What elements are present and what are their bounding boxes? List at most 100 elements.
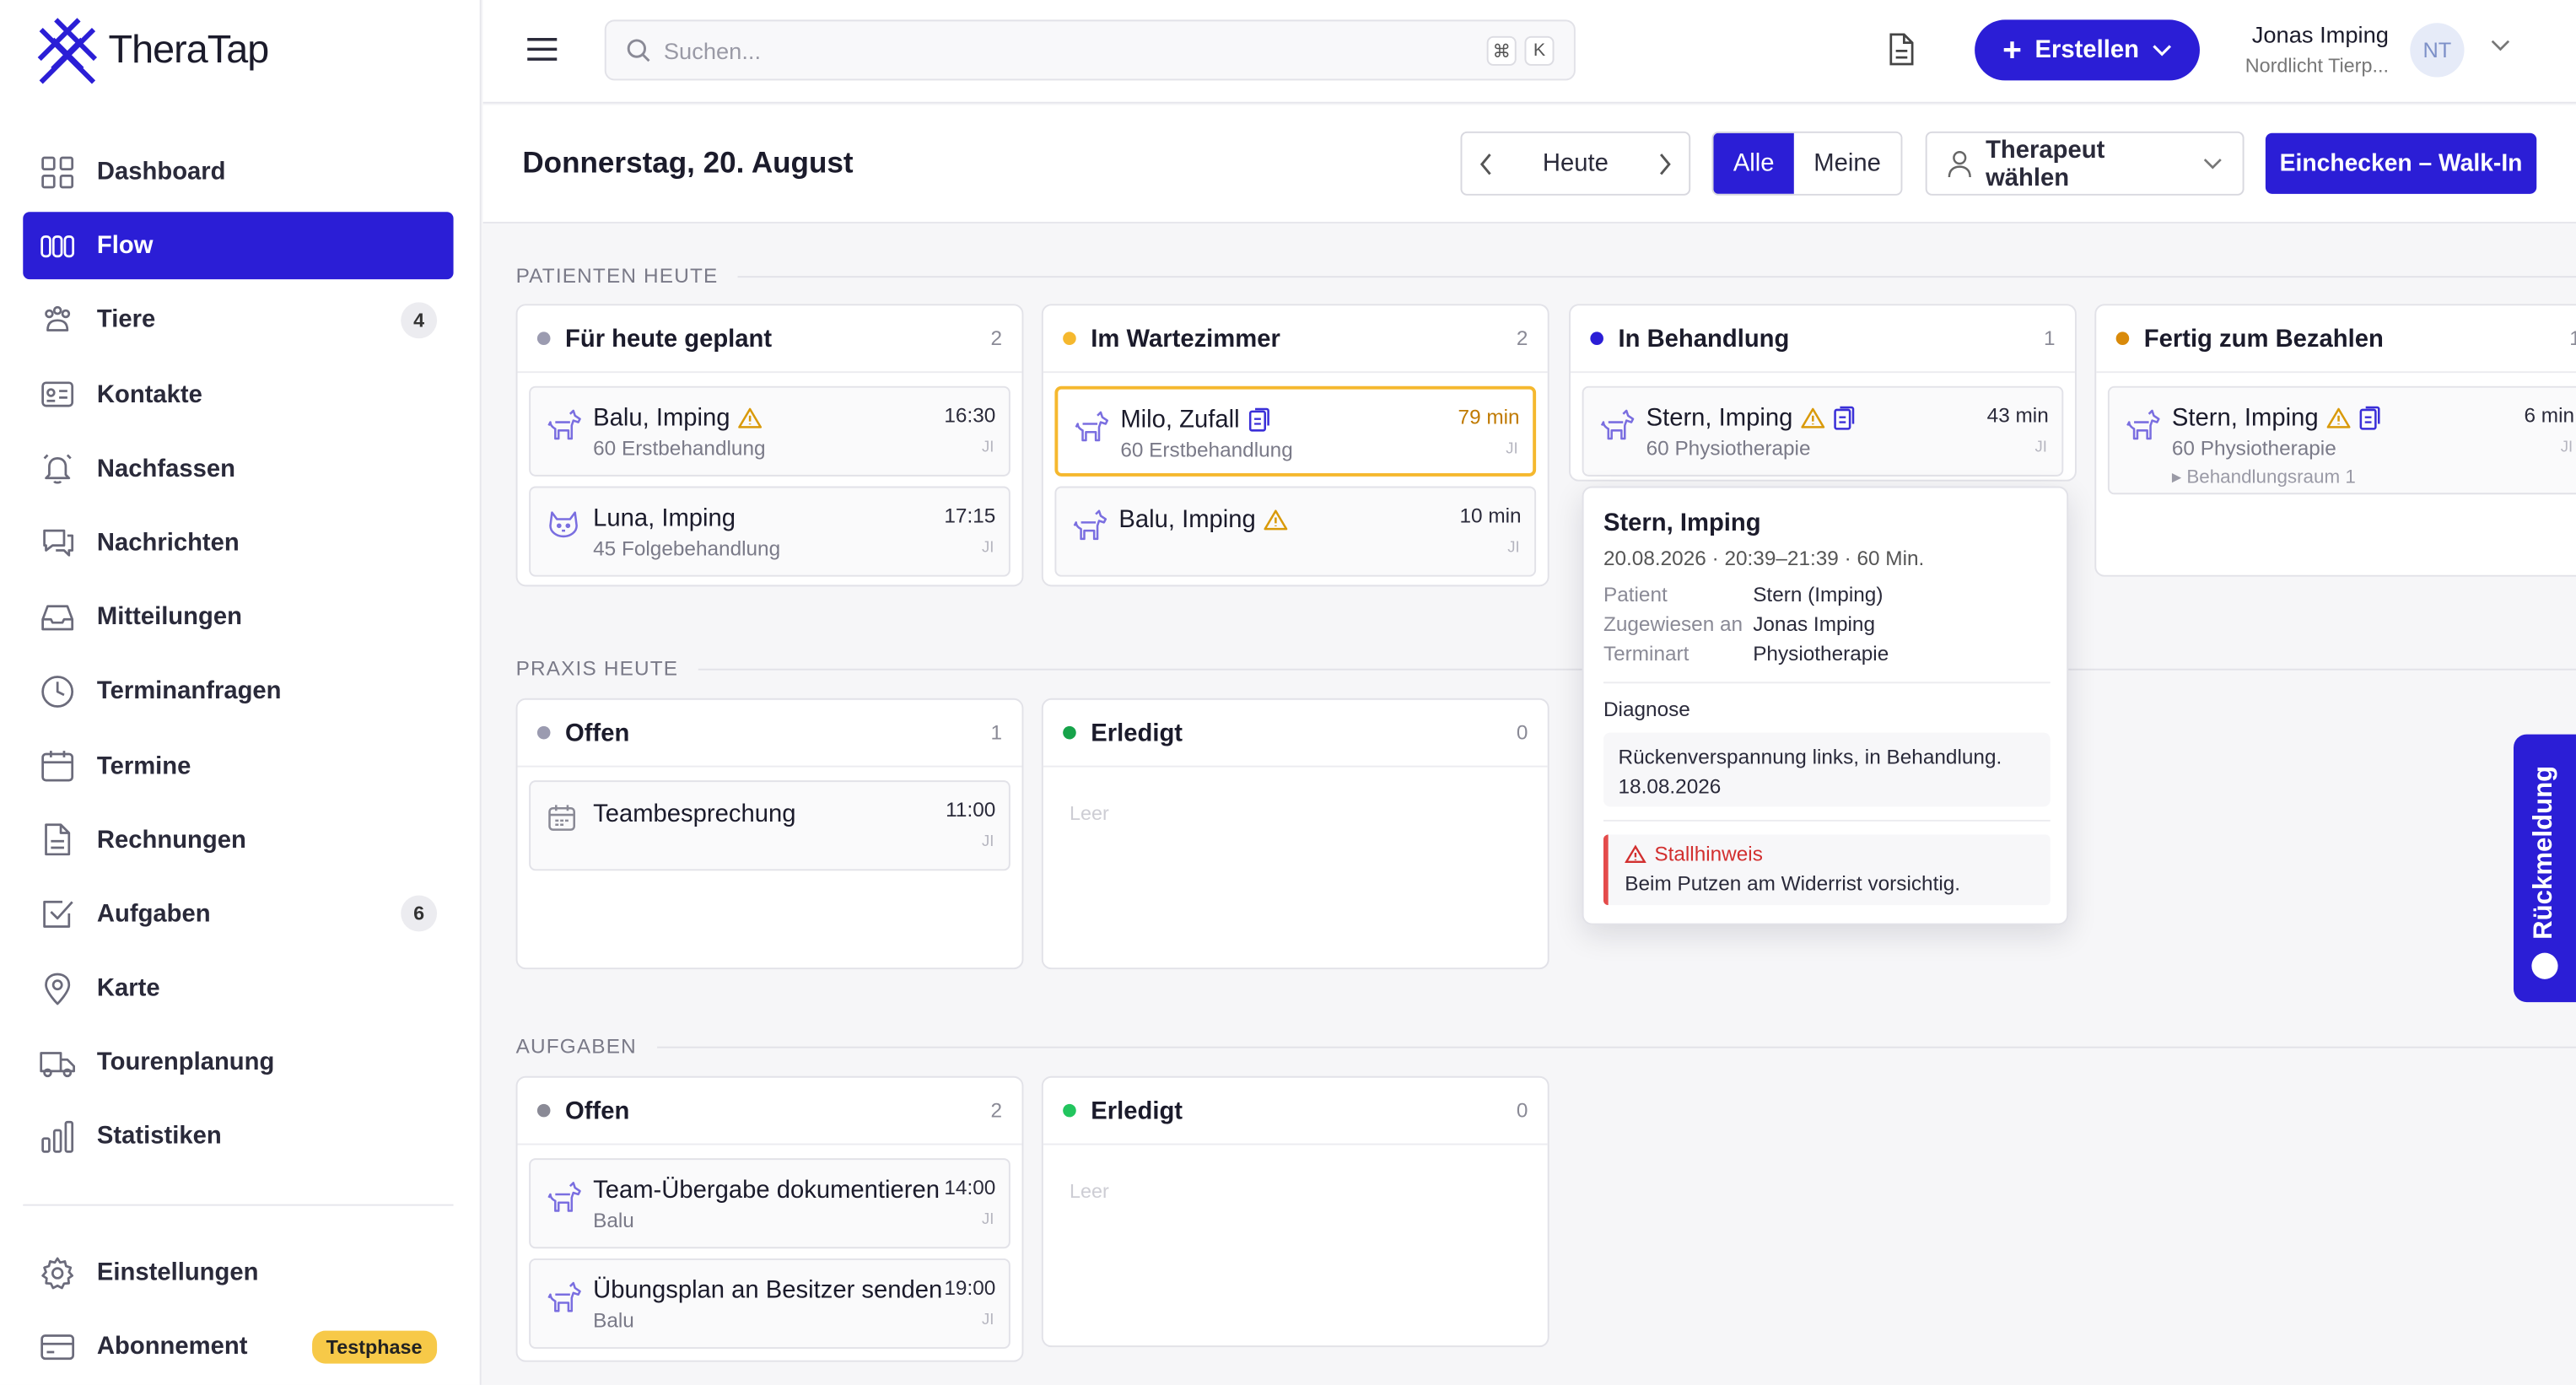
column-title: Erledigt <box>1091 1097 1183 1125</box>
filter-toggle: Alle Meine <box>1711 131 1903 196</box>
today-button[interactable]: Heute <box>1543 149 1609 177</box>
sidebar-item-tourenplanung[interactable]: Tourenplanung <box>23 1029 453 1097</box>
sidebar-item-termine[interactable]: Termine <box>23 732 453 800</box>
sidebar-item-label: Kontakte <box>96 380 202 409</box>
column-title: Offen <box>565 1097 630 1125</box>
flow-card[interactable]: Übungsplan an Besitzer senden Balu 19:00 JI <box>529 1258 1010 1350</box>
sidebar: TheraTap Dashboard Flow Tiere 4 Kontakte Nach… <box>0 0 482 1385</box>
chevron-down-icon <box>2204 158 2223 169</box>
flow-card[interactable]: Stern, Imping 60 Physiotherapie ▸ Behandlu… <box>2107 385 2576 495</box>
user-menu-chevron-icon[interactable] <box>2491 40 2510 53</box>
card-initials: JI <box>981 1311 994 1329</box>
therapist-select-label: Therapeut wählen <box>1986 135 2105 191</box>
popover-title: Stern, Imping <box>1603 509 1761 537</box>
flow-card[interactable]: Teambesprechung 11:00 JI <box>529 780 1010 871</box>
paw-icon <box>40 302 76 338</box>
column-title: In Behandlung <box>1618 324 1790 353</box>
flow-card[interactable]: Milo, Zufall 60 Erstbehandlung 79 min JI <box>1054 385 1537 477</box>
card-time: 43 min <box>1986 404 2049 428</box>
card-initials: JI <box>2034 439 2047 457</box>
brand[interactable]: TheraTap <box>36 16 269 85</box>
card-name: Team-Übergabe dokumentieren <box>593 1176 940 1204</box>
column-offen: Offen 1 Teambesprechung 11:00 JI <box>515 698 1024 970</box>
horse-icon <box>547 1181 584 1222</box>
horse-icon <box>547 1281 584 1323</box>
feedback-tab[interactable]: Rückmeldung <box>2513 734 2576 1003</box>
card-time: 17:15 <box>944 504 996 528</box>
chevron-right-icon[interactable] <box>1657 152 1673 175</box>
status-dot <box>536 331 551 346</box>
column-header: Erledigt 0 <box>1043 1078 1548 1145</box>
sidebar-item-karte[interactable]: Karte <box>23 955 453 1022</box>
sidebar-item-dashboard[interactable]: Dashboard <box>23 138 453 206</box>
avatar[interactable]: NT <box>2410 23 2465 78</box>
create-button[interactable]: + Erstellen <box>1975 19 2200 81</box>
clipboard-icon <box>1834 406 1855 430</box>
column-header: Offen 1 <box>517 700 1022 768</box>
warning-title-row: Stallhinweis <box>1625 843 2034 865</box>
status-dot <box>536 1103 551 1118</box>
sidebar-item-statistiken[interactable]: Statistiken <box>23 1103 453 1171</box>
sidebar-item-flow[interactable]: Flow <box>23 212 454 280</box>
card-initials: JI <box>981 833 994 851</box>
column-count: 0 <box>1516 721 1528 745</box>
calendar-icon <box>547 803 577 841</box>
appointment-popover: Stern, Imping 20.08.2026 · 20:39–21:39 ·… <box>1582 486 2069 925</box>
document-icon[interactable] <box>1886 33 1916 66</box>
sidebar-item-nachfassen[interactable]: Nachfassen <box>23 435 453 503</box>
filter-mine-button[interactable]: Meine <box>1793 132 1901 194</box>
sidebar-item-nachrichten[interactable]: Nachrichten <box>23 509 453 577</box>
chevron-left-icon[interactable] <box>1479 152 1494 175</box>
sidebar-item-kontakte[interactable]: Kontakte <box>23 361 453 428</box>
sidebar-nav: Dashboard Flow Tiere 4 Kontakte Nachfassen Nac… <box>23 138 454 1178</box>
filter-all-button[interactable]: Alle <box>1713 132 1794 194</box>
user-name[interactable]: Jonas Imping <box>2224 21 2389 47</box>
status-dot <box>2115 331 2130 346</box>
create-button-label: Erstellen <box>2034 35 2139 64</box>
search-box[interactable]: ⌘ K <box>604 19 1576 81</box>
clipboard-icon <box>2360 406 2380 430</box>
warning-triangle-icon <box>1625 844 1646 864</box>
card-time: 6 min <box>2524 404 2575 428</box>
user-organization: Nordlicht Tierp... <box>2245 54 2389 78</box>
sidebar-item-label: Nachrichten <box>96 529 240 558</box>
sidebar-item-terminanfragen[interactable]: Terminanfragen <box>23 658 453 725</box>
section-label-tasks: AUFGABEN <box>516 1035 2576 1058</box>
column-title: Erledigt <box>1091 719 1183 747</box>
card-initials: JI <box>981 439 994 457</box>
warning-triangle-icon <box>2327 407 2351 428</box>
column-offen: Offen 2 Team-Übergabe dokumentieren Balu 14:… <box>515 1075 1024 1362</box>
empty-state: Leer <box>1069 1179 1109 1203</box>
sidebar-item-label: Tiere <box>96 306 156 335</box>
sidebar-item-aufgaben[interactable]: Aufgaben 6 <box>23 881 453 948</box>
section-label-patients: PATIENTEN HEUTE <box>516 265 2576 288</box>
flow-card[interactable]: Luna, Imping 45 Folgebehandlung 17:15 JI <box>529 486 1010 577</box>
card-name: Balu, Imping <box>1118 505 1256 535</box>
card-title: Milo, Zufall <box>1120 406 1269 434</box>
sidebar-item-mitteilungen[interactable]: Mitteilungen <box>23 584 453 651</box>
sidebar-item-einstellungen[interactable]: Einstellungen <box>23 1239 453 1307</box>
card-subtitle: Balu <box>593 1309 634 1333</box>
card-subtitle: 60 Erstbehandlung <box>593 437 766 461</box>
therapist-select[interactable]: Therapeut wählen <box>1925 131 2245 196</box>
flow-card[interactable]: Balu, Imping 10 min JI <box>1054 486 1537 577</box>
flow-card[interactable]: Team-Übergabe dokumentieren Balu 14:00 JI <box>529 1158 1010 1249</box>
search-input[interactable] <box>663 36 1452 63</box>
gear-icon <box>40 1254 76 1291</box>
sidebar-item-label: Abonnement <box>96 1332 248 1361</box>
card-name: Teambesprechung <box>593 800 796 828</box>
card-title: Übungsplan an Besitzer senden <box>593 1276 942 1304</box>
page-title: Donnerstag, 20. August <box>522 146 854 180</box>
flow-card[interactable]: Stern, Imping 60 Physiotherapie 43 min JI <box>1582 385 2064 477</box>
sidebar-item-abonnement[interactable]: Abonnement Testphase <box>23 1313 453 1381</box>
sidebar-item-rechnungen[interactable]: Rechnungen <box>23 806 453 874</box>
flow-card[interactable]: Balu, Imping 60 Erstbehandlung 16:30 JI <box>529 385 1010 477</box>
sidebar-item-label: Mitteilungen <box>96 603 242 632</box>
chevron-down-icon <box>2153 44 2172 56</box>
sidebar-item-tiere[interactable]: Tiere 4 <box>23 287 453 354</box>
column-fertig-zum-bezahlen: Fertig zum Bezahlen 1 Stern, Imping 60 Phys… <box>2094 304 2576 577</box>
walkin-checkin-button[interactable]: Einchecken – Walk-In <box>2265 132 2537 194</box>
card-name: Stern, Imping <box>1646 404 1793 433</box>
feedback-label: Rückmeldung <box>2530 764 2558 939</box>
hamburger-menu-icon[interactable] <box>525 33 558 66</box>
